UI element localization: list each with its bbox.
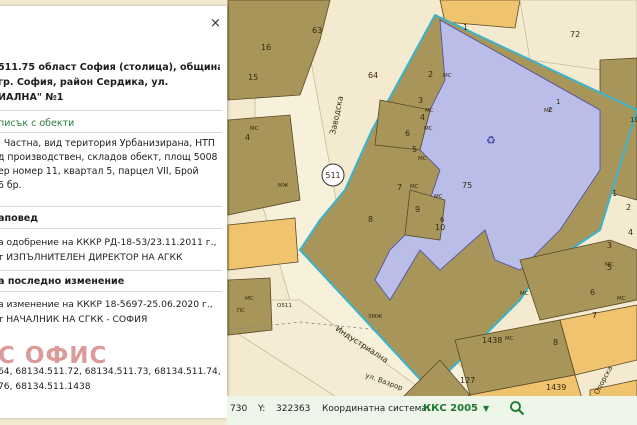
object-title-line: гр. София, район Сердика, ул.: [0, 77, 169, 88]
change-line: т НАЧАЛНИК НА СГКК - СОФИЯ: [0, 314, 148, 325]
parcel-label: 1439: [546, 383, 566, 392]
building-code: МС: [520, 291, 529, 297]
description-line: д производствен, складов обект, площ 500…: [0, 152, 218, 163]
y-label: Y:: [258, 404, 266, 414]
recycle-icon: ♻: [486, 134, 496, 147]
divider: [0, 110, 222, 111]
parcel-label: 1: [612, 189, 617, 198]
divider: [0, 270, 222, 271]
coordinate-system-label: Координатна система:: [322, 404, 430, 414]
divider: [0, 291, 222, 292]
parcel-label: 127: [460, 376, 475, 385]
parcel-label: 7: [397, 183, 402, 192]
parcel-label: 3: [607, 241, 612, 250]
building-code: О511: [277, 303, 292, 309]
parcel-label: 8: [553, 338, 558, 347]
divider: [0, 132, 222, 133]
description-line: 6 бр.: [0, 180, 22, 191]
small-code: 2: [548, 106, 552, 114]
related-ids-line: 76, 68134.511.1438: [0, 382, 91, 392]
building-code: ПС: [237, 308, 245, 314]
building-code: МС: [617, 296, 626, 302]
divider: [0, 228, 222, 229]
status-bar: 730 Y: 322363 Координатна система: ККС 2…: [227, 396, 637, 425]
building-code: МС: [605, 262, 614, 268]
parcel-label: 8: [368, 215, 373, 224]
divider: [0, 206, 222, 207]
parcel-label: 4: [245, 133, 250, 142]
building-code: МС: [250, 126, 259, 132]
parcel-label: 9: [415, 205, 420, 214]
related-ids-line: 64, 68134.511.72, 68134.511.73, 68134.51…: [0, 367, 221, 377]
parcel-label: 63: [312, 26, 322, 35]
order-line: т ИЗПЪЛНИТЕЛЕН ДИРЕКТОР НА АГКК: [0, 252, 183, 263]
building-code: ЗМЖ: [368, 314, 382, 320]
related-ids: 64, 68134.511.72, 68134.511.73, 68134.51…: [0, 365, 221, 395]
description-line: . Частна, вид територия Урбанизирана, НТ…: [0, 138, 215, 149]
building-code: МС: [425, 108, 434, 114]
x-coordinate: 730: [230, 404, 248, 414]
coordinate-system-select[interactable]: ККС 2005: [423, 403, 478, 414]
building-code: МС: [443, 73, 452, 79]
magnifier-icon[interactable]: [509, 400, 525, 416]
parcel-label: 10: [435, 223, 445, 232]
parcel-label: 72: [570, 30, 580, 39]
parcel-label: 4: [628, 228, 633, 237]
building-code: МС: [418, 156, 427, 162]
chevron-down-icon[interactable]: ▼: [483, 404, 489, 413]
change-header: а последно изменение: [0, 276, 125, 287]
parcel-label: 1: [463, 23, 468, 32]
parcel-label: 5: [412, 145, 417, 154]
object-description: . Частна, вид територия Урбанизирана, НТ…: [0, 137, 218, 193]
object-title-line: ИАЛНА" №1: [0, 92, 64, 103]
description-line: ер номер 11, квартал 5, парцел VII, Брой: [0, 166, 199, 177]
parcel-label: 16: [261, 43, 271, 52]
y-coordinate: 322363: [276, 404, 311, 414]
parcel-label: 6: [590, 288, 595, 297]
parcel-label: 75: [462, 181, 472, 190]
parcel-label: 3: [418, 96, 423, 105]
change-line: а изменение на КККР 18-5697-25.06.2020 г…: [0, 299, 213, 310]
parcel-label: 2: [428, 70, 433, 79]
building-code: МС: [245, 296, 254, 302]
parcel-label: 2: [626, 203, 631, 212]
order-header: аповед: [0, 213, 39, 224]
parcel-label: 15: [248, 73, 258, 82]
building-code: МС: [410, 184, 419, 190]
building-code: МС: [505, 336, 514, 342]
parcel-label: 6: [405, 129, 410, 138]
object-info-panel: × 511.75 област София (столица), община …: [0, 6, 227, 418]
parcel-label: 64: [368, 71, 378, 80]
small-code: 6: [440, 216, 445, 224]
building-code: МЖ: [278, 183, 289, 189]
parcel-label: 7: [592, 311, 597, 320]
building-code: МС: [424, 126, 433, 132]
building-block-w3: [227, 277, 273, 336]
order-line: а одобрение на КККР РД-18-53/23.11.2011 …: [0, 237, 217, 248]
building-block-w2: [227, 217, 299, 271]
building-code: МС: [434, 194, 443, 200]
close-icon[interactable]: ×: [210, 16, 221, 31]
small-code: 1: [556, 98, 560, 106]
object-title: 511.75 област София (столица), община гр…: [0, 60, 220, 105]
parcel-label: 4: [420, 113, 425, 122]
building-block-w1: [227, 114, 301, 216]
small-code: 10: [630, 116, 637, 124]
district-badge-label: 511: [325, 171, 340, 180]
object-title-line: 511.75 област София (столица), община: [0, 62, 220, 73]
parcel-label: 1438: [482, 336, 502, 345]
object-list-link[interactable]: писък с обекти: [0, 118, 74, 129]
